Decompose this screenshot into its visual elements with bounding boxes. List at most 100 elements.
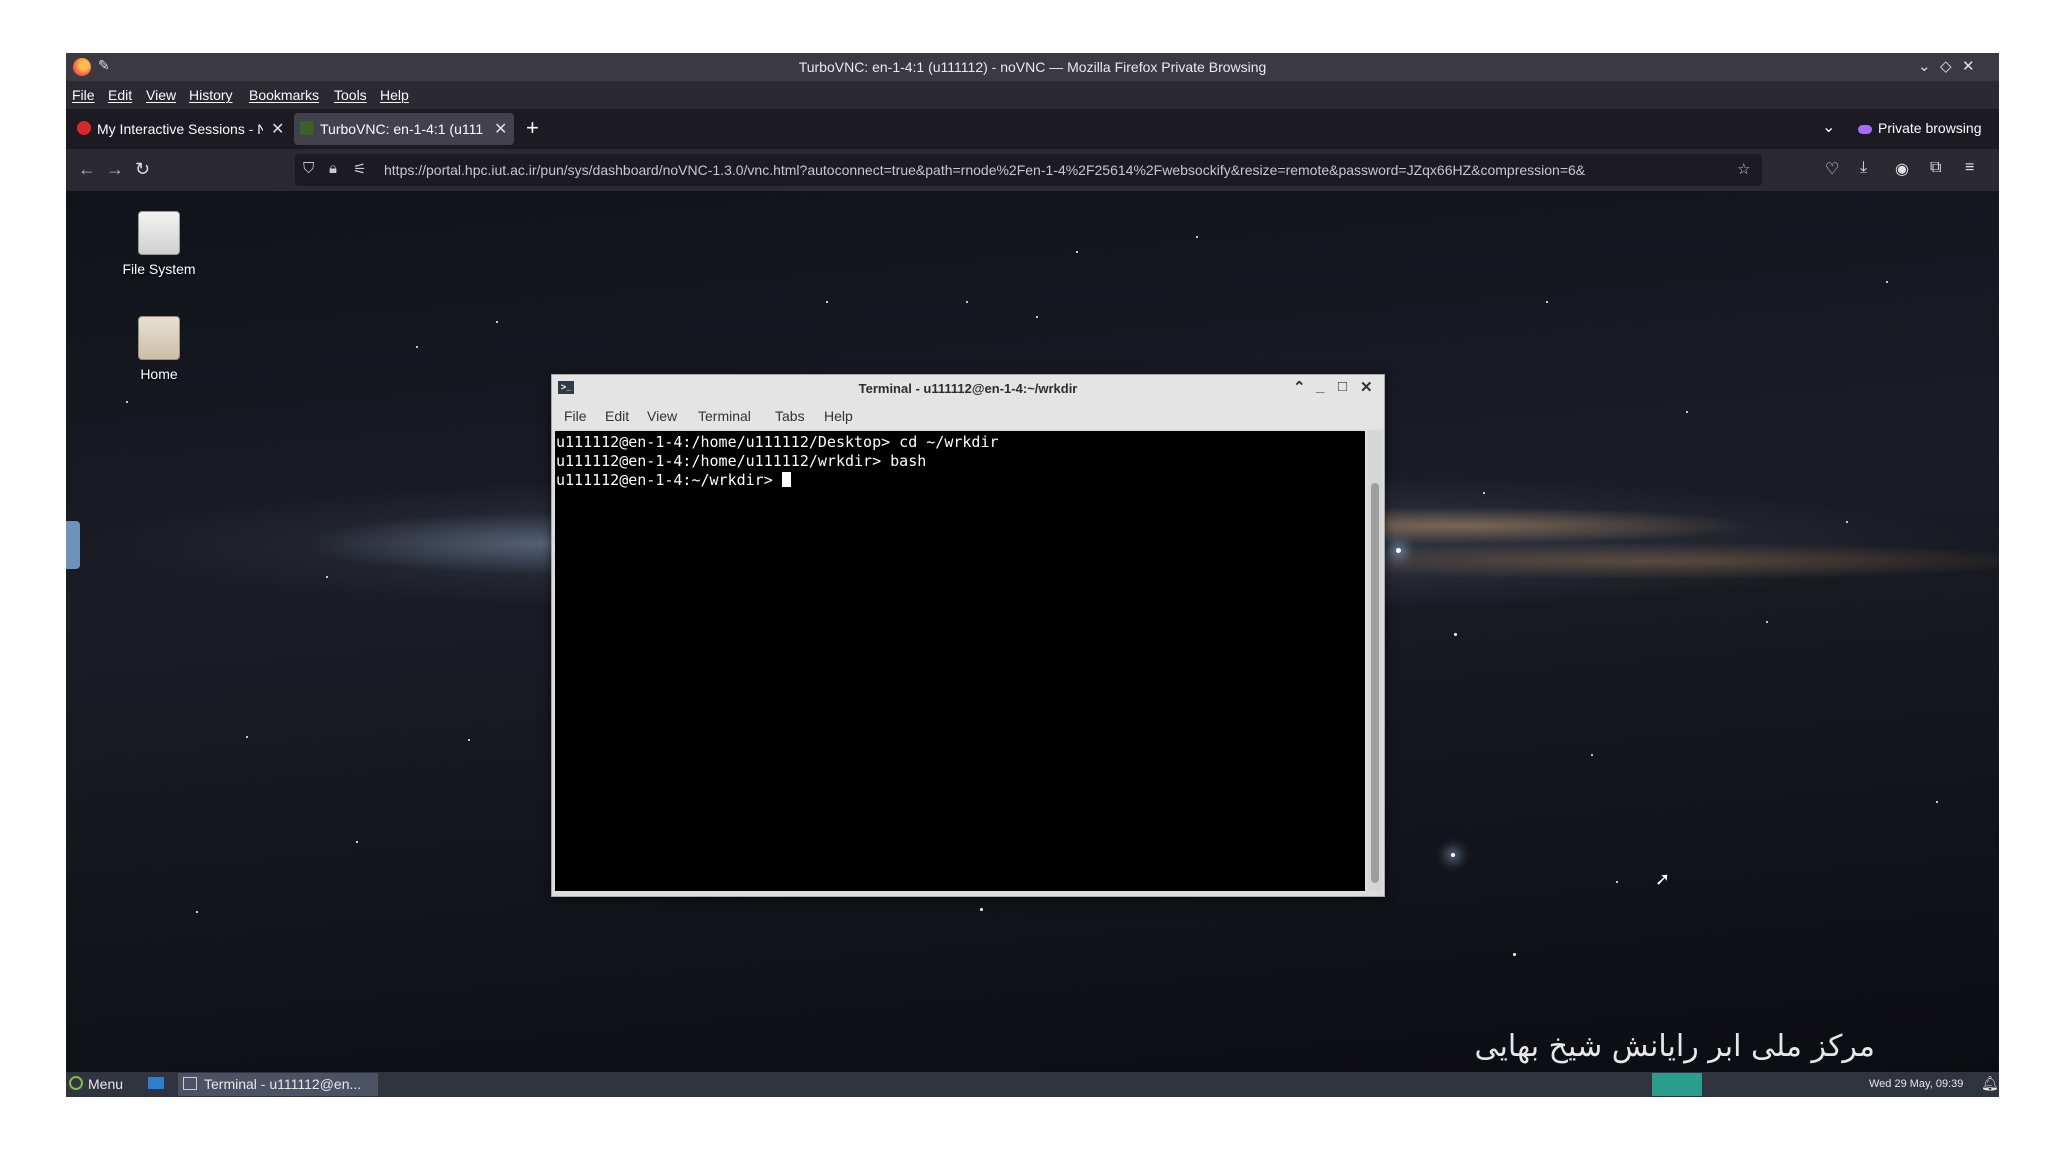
tracking-shield-icon[interactable]: ⛉ xyxy=(303,160,314,177)
taskbar-terminal-button[interactable]: Terminal - u111112@en... xyxy=(178,1073,378,1096)
reload-icon[interactable]: ↻ xyxy=(135,159,150,180)
extensions-icon[interactable]: ⧉ xyxy=(1930,159,1941,177)
tab-interactive-sessions[interactable]: My Interactive Sessions - N ✕ xyxy=(71,113,291,145)
private-mask-icon xyxy=(1858,124,1872,134)
terminal-close-icon[interactable]: ✕ xyxy=(1360,378,1373,396)
star xyxy=(1591,754,1593,756)
mint-logo-icon xyxy=(69,1076,83,1090)
new-tab-icon[interactable]: + xyxy=(526,115,539,141)
clock: Wed 29 May, 09:39 xyxy=(1869,1078,1964,1090)
terminal-menu-file[interactable]: File xyxy=(564,408,587,424)
mouse-pointer-icon: ➚ xyxy=(1655,869,1671,889)
home-folder-icon xyxy=(138,316,180,360)
menu-help[interactable]: Help xyxy=(380,87,409,103)
terminal-menu-tabs[interactable]: Tabs xyxy=(775,408,805,424)
taskbar: Menu Terminal - u111112@en... Wed 29 May… xyxy=(66,1072,1999,1097)
star xyxy=(246,736,248,738)
downloads-icon[interactable]: ⤓ xyxy=(1860,159,1867,177)
terminal-line: u111112@en-1-4:/home/u111112/wrkdir> bas… xyxy=(556,452,927,470)
forward-icon[interactable]: → xyxy=(106,159,124,180)
list-all-tabs-icon[interactable]: ⌄ xyxy=(1822,117,1835,137)
menu-file[interactable]: File xyxy=(72,87,95,103)
desktop-watermark: مرکز ملی ابر رایانش شیخ بهایی xyxy=(1474,1029,1875,1064)
drive-icon xyxy=(138,211,180,255)
minimize-icon[interactable]: ⌄ xyxy=(1918,57,1931,75)
show-desktop-icon[interactable] xyxy=(148,1077,164,1089)
menu-bar: File Edit View History Bookmarks Tools H… xyxy=(66,81,1999,109)
close-icon[interactable]: ✕ xyxy=(1962,57,1975,75)
terminal-line: u111112@en-1-4:/home/u111112/Desktop> cd… xyxy=(556,433,999,451)
url-bar[interactable]: ⛉ 🔒︎ ⚟ https://portal.hpc.iut.ac.ir/pun/… xyxy=(295,154,1762,186)
terminal-shade-icon[interactable]: ⌃ xyxy=(1293,378,1306,396)
firefox-window: ✎ TurboVNC: en-1-4:1 (u111112) - noVNC —… xyxy=(66,53,1999,1097)
terminal-window[interactable]: >_ Terminal - u111112@en-1-4:~/wrkdir ⌃ … xyxy=(551,374,1385,897)
terminal-titlebar[interactable]: >_ Terminal - u111112@en-1-4:~/wrkdir ⌃ … xyxy=(552,375,1384,401)
workspace-switcher[interactable] xyxy=(1652,1073,1702,1096)
terminal-menu-view[interactable]: View xyxy=(647,408,677,424)
star xyxy=(416,346,418,348)
star xyxy=(1846,521,1848,523)
account-icon[interactable]: ◉ xyxy=(1895,159,1909,179)
star xyxy=(126,401,128,403)
tab-turbovnc[interactable]: TurboVNC: en-1-4:1 (u111 ✕ xyxy=(294,113,514,145)
star xyxy=(1196,236,1198,238)
menu-bookmarks[interactable]: Bookmarks xyxy=(249,87,319,103)
star xyxy=(1546,301,1548,303)
star xyxy=(1616,881,1618,883)
tab-label: TurboVNC: en-1-4:1 (u111 xyxy=(320,121,484,137)
star xyxy=(1076,251,1078,253)
star xyxy=(326,576,328,578)
lock-icon[interactable]: 🔒︎ xyxy=(329,160,337,177)
terminal-menu-bar: File Edit View Terminal Tabs Help xyxy=(552,401,1384,429)
star xyxy=(1686,411,1688,413)
pocket-icon[interactable]: ♡ xyxy=(1825,159,1839,179)
terminal-minimize-icon[interactable]: _ xyxy=(1316,378,1324,395)
desktop-icon-file-system[interactable]: File System xyxy=(114,211,204,277)
tab-close-icon[interactable]: ✕ xyxy=(271,119,284,139)
private-label: Private browsing xyxy=(1878,120,1982,136)
terminal-prompt-line: u111112@en-1-4:~/wrkdir> xyxy=(556,471,1365,490)
terminal-menu-help[interactable]: Help xyxy=(824,408,853,424)
window-title: TurboVNC: en-1-4:1 (u111112) - noVNC — M… xyxy=(798,59,1267,75)
window-titlebar: ✎ TurboVNC: en-1-4:1 (u111112) - noVNC —… xyxy=(66,53,1999,81)
menu-view[interactable]: View xyxy=(146,87,176,103)
vnc-desktop[interactable]: File System Home >_ Terminal - u111112@e… xyxy=(66,191,1999,1072)
terminal-menu-terminal[interactable]: Terminal xyxy=(698,408,751,424)
star xyxy=(468,739,470,741)
maximize-icon[interactable]: ◇ xyxy=(1940,57,1952,75)
app-menu-icon[interactable]: ≡ xyxy=(1965,159,1974,177)
star xyxy=(1036,316,1038,318)
bookmark-star-icon[interactable]: ☆ xyxy=(1737,160,1750,178)
terminal-output[interactable]: u111112@en-1-4:/home/u111112/Desktop> cd… xyxy=(555,431,1365,891)
tab-close-icon[interactable]: ✕ xyxy=(494,119,507,139)
desktop-icon-label: File System xyxy=(122,261,196,277)
star xyxy=(826,301,828,303)
ood-favicon-icon xyxy=(77,121,91,135)
menu-tools[interactable]: Tools xyxy=(334,87,367,103)
back-icon[interactable]: ← xyxy=(78,159,96,180)
menu-history[interactable]: History xyxy=(189,87,233,103)
vnc-favicon-icon xyxy=(300,121,314,135)
menu-edit[interactable]: Edit xyxy=(108,87,132,103)
start-menu-button[interactable]: Menu xyxy=(88,1076,123,1092)
url-text[interactable]: https://portal.hpc.iut.ac.ir/pun/sys/das… xyxy=(384,162,1724,178)
terminal-task-icon xyxy=(183,1077,197,1090)
star xyxy=(1886,281,1888,283)
terminal-scrollbar[interactable] xyxy=(1368,431,1382,891)
star xyxy=(1766,621,1768,623)
star xyxy=(1483,492,1485,494)
scrollbar-thumb[interactable] xyxy=(1371,483,1379,883)
terminal-title: Terminal - u111112@en-1-4:~/wrkdir xyxy=(858,381,1078,396)
terminal-menu-edit[interactable]: Edit xyxy=(605,408,629,424)
novnc-control-handle[interactable] xyxy=(66,521,80,569)
star xyxy=(1936,801,1938,803)
desktop-icon-home[interactable]: Home xyxy=(114,316,204,382)
star xyxy=(496,321,498,323)
permissions-icon[interactable]: ⚟ xyxy=(353,160,366,178)
star xyxy=(356,841,358,843)
taskbar-task-label: Terminal - u111112@en... xyxy=(204,1076,362,1092)
star xyxy=(966,301,968,303)
notification-bell-icon[interactable]: 🔔︎ xyxy=(1981,1075,1999,1092)
terminal-maximize-icon[interactable]: □ xyxy=(1338,378,1347,395)
terminal-cursor xyxy=(781,472,791,487)
